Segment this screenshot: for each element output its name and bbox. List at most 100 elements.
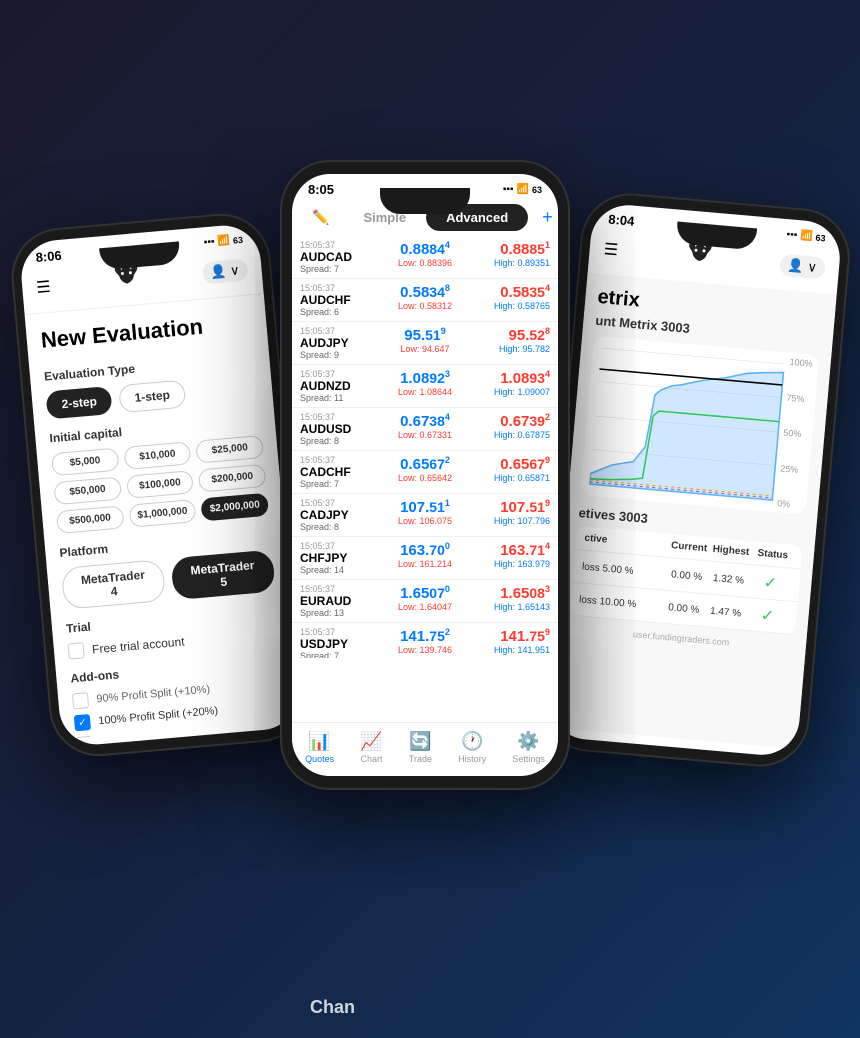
addon-label-2: 100% Profit Split (+20%): [98, 705, 219, 727]
right-battery-icon: 63: [815, 232, 826, 243]
right-wifi-icon: 📶: [800, 230, 813, 242]
addon-checkbox-1[interactable]: [72, 692, 89, 709]
tab-settings-label: Settings: [512, 754, 545, 764]
tab-quotes[interactable]: 📊 Quotes: [305, 731, 334, 764]
right-menu-icon[interactable]: ☰: [603, 239, 619, 260]
quote-chfjpy: 15:05:37 CHFJPY Spread: 14 163.700 Low: …: [292, 537, 558, 580]
quote-audusd: 15:05:37 AUDUSD Spread: 8 0.67384 Low: 0…: [292, 408, 558, 451]
cap-50k[interactable]: $50,000: [53, 476, 121, 505]
settings-icon: ⚙️: [517, 731, 539, 752]
quote-audchf: 15:05:37 AUDCHF Spread: 6 0.58348 Low: 0…: [292, 279, 558, 322]
obj-name-1: loss 5.00 %: [582, 561, 667, 579]
cap-100k[interactable]: $100,000: [126, 470, 194, 499]
cap-200k[interactable]: $200,000: [198, 464, 266, 493]
quote-cadchf: 15:05:37 CADCHF Spread: 7 0.65672 Low: 0…: [292, 451, 558, 494]
quote-audnzd: 15:05:37 AUDNZD Spread: 11 1.08923 Low: …: [292, 365, 558, 408]
phone-center-screen: 8:05 ▪▪▪ 📶 63 ✏️ Simple Advanced + 15:05…: [292, 174, 558, 776]
check-icon-1: ✓: [763, 574, 778, 592]
phone-left-screen: 8:06 ▪▪▪ 📶 63 ☰ 👤 ∨ New Evaluation: [18, 223, 301, 748]
obj-current-1: 0.00 %: [665, 568, 708, 583]
quote-audcad: 15:05:37 AUDCAD Spread: 7 0.88844 Low: 0…: [292, 236, 558, 279]
right-content: etrix unt Metrix 3003 100% 75% 50% 25% 0…: [548, 273, 837, 749]
addon-checkbox-2[interactable]: ✓: [74, 714, 91, 731]
addon-label-1: 90% Profit Split (+10%): [96, 683, 211, 705]
cap-500k[interactable]: $500,000: [56, 505, 124, 534]
center-signal-icon: ▪▪▪: [503, 184, 514, 195]
chart-icon: 📈: [360, 731, 382, 752]
mt5-button[interactable]: MetaTrader 5: [170, 549, 275, 600]
platform-group: MetaTrader 4 MetaTrader 5: [61, 549, 276, 609]
addons-section: Add-ons 90% Profit Split (+10%) ✓ 100% P…: [70, 653, 288, 739]
trial-option-label: Free trial account: [91, 634, 185, 656]
quote-cadjpy: 15:05:37 CADJPY Spread: 8 107.511 Low: 1…: [292, 494, 558, 537]
tab-chart[interactable]: 📈 Chart: [360, 731, 382, 764]
obj-highest-2: 1.47 %: [704, 605, 747, 620]
chan-label: Chan: [310, 997, 355, 1018]
addon-checkbox-3[interactable]: [76, 736, 93, 740]
history-icon: 🕐: [461, 731, 483, 752]
phone-right-screen: 8:04 ▪▪▪ 📶 63 ☰ 👤 ∨ etrix unt Metrix 30: [547, 202, 843, 758]
trial-checkbox[interactable]: [67, 642, 84, 659]
center-wifi-icon: 📶: [517, 184, 529, 195]
battery-icon: 63: [232, 234, 243, 245]
phone-right: 8:04 ▪▪▪ 📶 63 ☰ 👤 ∨ etrix unt Metrix 30: [536, 189, 854, 770]
objectives-table: ctive Current Highest Status loss 5.00 %…: [570, 526, 803, 635]
tab-history-label: History: [458, 754, 486, 764]
obj-name-2: loss 10.00 %: [579, 594, 664, 612]
tab-trade-label: Trade: [409, 754, 432, 764]
phone-center: 8:05 ▪▪▪ 📶 63 ✏️ Simple Advanced + 15:05…: [280, 160, 570, 790]
capital-grid: $5,000 $10,000 $25,000 $50,000 $100,000 …: [51, 435, 269, 534]
menu-icon[interactable]: ☰: [35, 277, 51, 298]
quotes-icon: 📊: [308, 731, 330, 752]
chart-area: 100% 75% 50% 25% 0%: [580, 336, 819, 515]
obj-current-2: 0.00 %: [662, 601, 705, 616]
quote-euraud: 15:05:37 EURAUD Spread: 13 1.65070 Low: …: [292, 580, 558, 623]
phone-center-notch: [380, 188, 470, 214]
center-status-icons: ▪▪▪ 📶 63: [503, 184, 542, 195]
left-content: New Evaluation Evaluation Type 2-step 1-…: [25, 294, 301, 739]
check-icon-2: ✓: [760, 607, 775, 625]
left-status-icons: ▪▪▪ 📶 63: [203, 234, 243, 248]
tab-settings[interactable]: ⚙️ Settings: [512, 731, 545, 764]
col-header-objective: ctive: [584, 533, 669, 551]
obj-status-1: ✓: [749, 571, 793, 595]
phone-left: 8:06 ▪▪▪ 📶 63 ☰ 👤 ∨ New Evaluation: [7, 210, 312, 761]
col-header-current: Current: [668, 540, 711, 555]
cap-1m[interactable]: $1,000,000: [128, 499, 196, 528]
mt4-button[interactable]: MetaTrader 4: [61, 559, 166, 610]
center-battery-icon: 63: [532, 185, 542, 195]
addon-label-3: 7 Day Payout (+10%): [100, 728, 206, 739]
cap-5k[interactable]: $5,000: [51, 448, 119, 477]
tab-chart-label: Chart: [360, 754, 382, 764]
obj-highest-1: 1.32 %: [707, 572, 750, 587]
pencil-icon[interactable]: ✏️: [298, 203, 343, 232]
bottom-tab-bar: 📊 Quotes 📈 Chart 🔄 Trade 🕐 History ⚙️ Se…: [292, 722, 558, 776]
trade-icon: 🔄: [409, 731, 431, 752]
left-time: 8:06: [35, 248, 62, 265]
col-header-status: Status: [751, 547, 794, 562]
add-icon[interactable]: +: [528, 201, 558, 234]
tab-quotes-label: Quotes: [305, 754, 334, 764]
right-status-icons: ▪▪▪ 📶 63: [786, 229, 826, 243]
chart-svg: [589, 344, 811, 506]
cap-2m[interactable]: $2,000,000: [201, 493, 269, 522]
page-title: New Evaluation: [40, 309, 253, 353]
cap-10k[interactable]: $10,000: [123, 441, 191, 470]
right-time: 8:04: [608, 211, 635, 228]
trial-section: Trial Free trial account: [66, 603, 281, 659]
wifi-icon: 📶: [217, 235, 230, 247]
right-user-icon[interactable]: 👤 ∨: [779, 254, 826, 280]
col-header-highest: Highest: [710, 544, 753, 559]
right-signal-icon: ▪▪▪: [786, 229, 798, 241]
objectives-section: etives 3003 ctive Current Highest Status…: [570, 505, 805, 635]
tab-trade[interactable]: 🔄 Trade: [409, 731, 432, 764]
quote-usdjpy: 15:05:37 USDJPY Spread: 7 141.752 Low: 1…: [292, 623, 558, 658]
tab-history[interactable]: 🕐 History: [458, 731, 486, 764]
signal-icon: ▪▪▪: [203, 236, 215, 248]
quotes-list: 15:05:37 AUDCAD Spread: 7 0.88844 Low: 0…: [292, 236, 558, 658]
quote-audjpy: 15:05:37 AUDJPY Spread: 9 95.519 Low: 94…: [292, 322, 558, 365]
cap-25k[interactable]: $25,000: [196, 435, 264, 464]
eval-type-1step[interactable]: 1-step: [118, 380, 186, 414]
user-icon[interactable]: 👤 ∨: [201, 259, 248, 285]
eval-type-2step[interactable]: 2-step: [45, 386, 113, 420]
